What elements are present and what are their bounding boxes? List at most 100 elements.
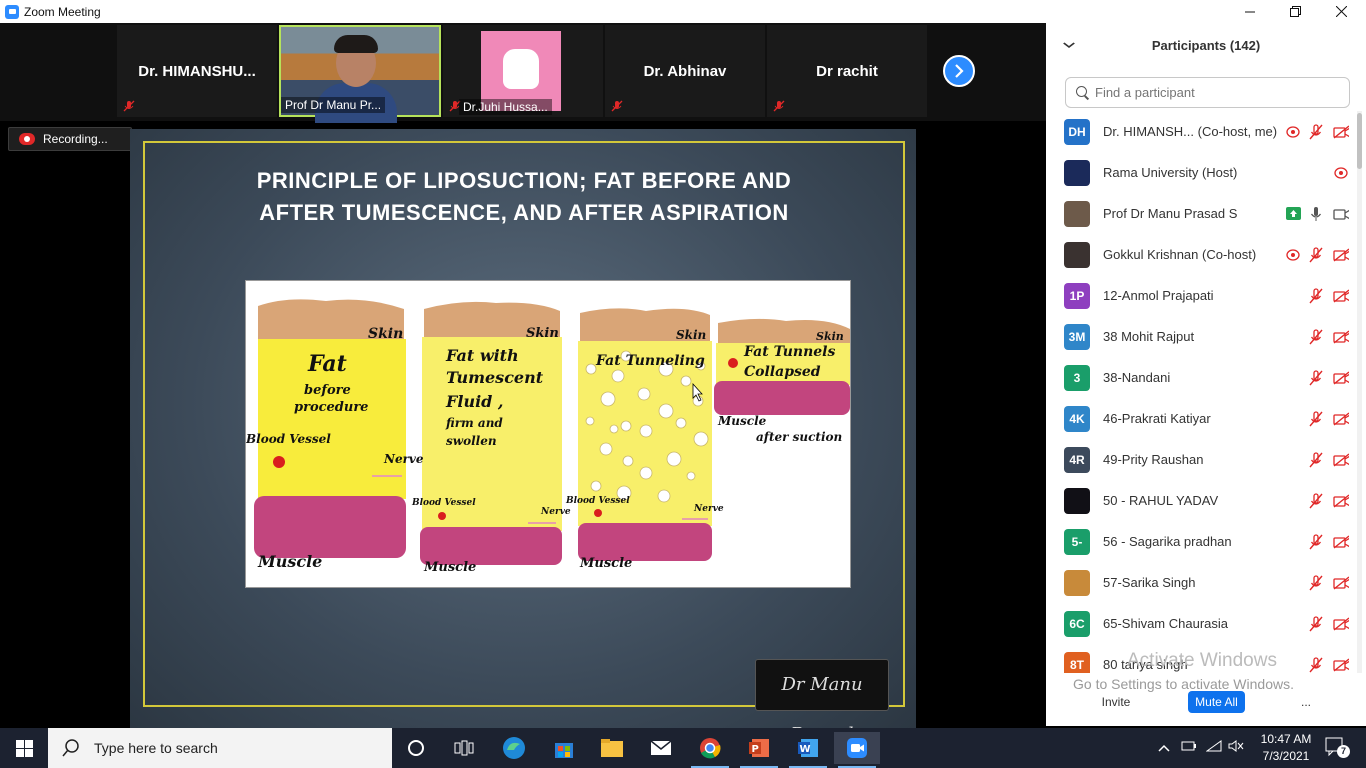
participant-row[interactable]: 50 - RAHUL YADAV [1046, 480, 1356, 521]
avatar [1064, 487, 1090, 514]
system-clock[interactable]: 10:47 AM 7/3/2021 [1250, 731, 1322, 765]
participant-row[interactable]: 6C 65-Shivam Chaurasia [1046, 603, 1356, 644]
minimize-button[interactable] [1227, 0, 1273, 23]
video-off-icon[interactable] [1333, 247, 1349, 263]
notification-count: 7 [1337, 745, 1350, 758]
show-hidden-icons-chevron-icon[interactable] [1158, 740, 1170, 755]
video-tile[interactable]: Dr.Juhi Hussa... [443, 25, 603, 117]
windows-logo-icon [15, 739, 33, 757]
video-icon[interactable] [1333, 206, 1349, 222]
video-off-icon[interactable] [1333, 452, 1349, 468]
edge-icon[interactable] [491, 732, 537, 764]
notifications-icon[interactable]: 7 [1325, 737, 1350, 760]
mic-muted-icon[interactable] [1308, 369, 1324, 386]
video-tile[interactable]: Dr. Abhinav [605, 25, 765, 117]
mute-all-button[interactable]: Mute All [1188, 691, 1245, 713]
recording-indicator[interactable]: Recording... [8, 127, 132, 151]
chrome-icon[interactable] [687, 732, 733, 768]
participant-row[interactable]: 57-Sarika Singh [1046, 562, 1356, 603]
powerpoint-icon[interactable]: P [736, 732, 782, 768]
video-off-icon[interactable] [1333, 493, 1349, 509]
mic-muted-icon[interactable] [1308, 574, 1324, 591]
more-options-button[interactable]: ... [1291, 691, 1321, 713]
participants-panel: Participants (142) DH Dr. HIMANSH... (Co-… [1046, 23, 1366, 726]
store-icon[interactable] [541, 732, 587, 764]
video-off-icon[interactable] [1333, 575, 1349, 591]
participant-row[interactable]: Prof Dr Manu Prasad S [1046, 193, 1356, 234]
search-input[interactable] [1095, 85, 1335, 100]
video-off-icon[interactable] [1333, 288, 1349, 304]
video-off-icon[interactable] [1333, 329, 1349, 345]
word-icon[interactable]: W [785, 732, 831, 768]
zoom-taskbar-icon[interactable] [834, 732, 880, 768]
mic-muted-icon[interactable] [1308, 492, 1324, 509]
mic-muted-icon[interactable] [1308, 328, 1324, 345]
participants-footer: Invite Mute All ... [1046, 689, 1366, 715]
presenter-signature: Dr Manu Prasad [755, 659, 889, 745]
video-off-icon[interactable] [1333, 370, 1349, 386]
mic-muted-icon[interactable] [1308, 287, 1324, 304]
mic-muted-icon[interactable] [1308, 533, 1324, 550]
participant-row[interactable]: 4R 49-Prity Raushan [1046, 439, 1356, 480]
mic-muted-icon[interactable] [1308, 246, 1324, 263]
video-tile[interactable]: Dr. HIMANSHU... [117, 25, 277, 117]
diagram-label: swollen [446, 434, 497, 448]
video-tile-active-speaker[interactable]: Prof Dr Manu Pr... [279, 25, 441, 123]
wifi-icon[interactable] [1205, 740, 1222, 755]
mic-icon[interactable] [1308, 206, 1324, 222]
mic-muted-icon[interactable] [1308, 656, 1324, 673]
battery-icon[interactable] [1181, 740, 1197, 755]
participant-name: 38 Mohit Rajput [1103, 329, 1195, 344]
participant-row[interactable]: 5- 56 - Sagarika pradhan [1046, 521, 1356, 562]
video-off-icon[interactable] [1333, 616, 1349, 632]
recording-label: Recording... [43, 132, 108, 146]
video-off-icon[interactable] [1333, 534, 1349, 550]
taskbar-search-box[interactable]: Type here to search [48, 728, 392, 768]
cortana-icon[interactable] [393, 732, 439, 764]
file-explorer-icon[interactable] [589, 732, 635, 764]
close-button[interactable] [1318, 0, 1364, 23]
participant-row[interactable]: Gokkul Krishnan (Co-host) [1046, 234, 1356, 275]
participant-row[interactable]: 3M 38 Mohit Rajput [1046, 316, 1356, 357]
task-view-icon[interactable] [441, 732, 487, 764]
record-icon [19, 133, 35, 145]
record-icon[interactable] [1333, 165, 1349, 181]
invite-button[interactable]: Invite [1087, 691, 1145, 713]
mic-muted-icon[interactable] [1308, 123, 1324, 140]
video-off-icon[interactable] [1333, 411, 1349, 427]
record-icon[interactable] [1285, 124, 1301, 140]
avatar [1064, 159, 1090, 186]
scrollbar-thumb[interactable] [1357, 113, 1362, 169]
restore-button[interactable] [1272, 0, 1318, 23]
next-page-button[interactable] [943, 55, 975, 87]
participant-row[interactable]: 4K 46-Prakrati Katiyar [1046, 398, 1356, 439]
avatar: 1P [1064, 282, 1090, 309]
record-icon[interactable] [1285, 247, 1301, 263]
participant-row[interactable]: Rama University (Host) [1046, 152, 1356, 193]
mic-muted-icon[interactable] [1308, 451, 1324, 468]
mic-muted-icon[interactable] [1308, 615, 1324, 632]
video-off-icon[interactable] [1333, 124, 1349, 140]
participant-row[interactable]: 3 38-Nandani [1046, 357, 1356, 398]
tile-name: Dr.Juhi Hussa... [459, 99, 552, 115]
title-bar: Zoom Meeting [0, 0, 1366, 23]
participant-search[interactable] [1065, 77, 1350, 108]
video-tile[interactable]: Dr rachit [767, 25, 927, 117]
start-button[interactable] [0, 728, 48, 768]
mail-icon[interactable] [638, 732, 684, 764]
search-icon [1076, 85, 1090, 100]
participant-name: 12-Anmol Prajapati [1103, 288, 1214, 303]
diagram-label: Fat [307, 351, 347, 377]
search-icon [62, 739, 79, 757]
diagram-label: Blood Vessel [246, 432, 331, 446]
volume-muted-icon[interactable] [1228, 740, 1244, 755]
share-icon[interactable] [1285, 206, 1301, 222]
watermark-title: Activate Windows [1127, 650, 1277, 671]
participant-row[interactable]: 1P 12-Anmol Prajapati [1046, 275, 1356, 316]
mic-muted-icon[interactable] [1308, 410, 1324, 427]
diagram-label: Muscle [257, 552, 322, 571]
scrollbar[interactable] [1357, 111, 1362, 673]
participant-row[interactable]: DH Dr. HIMANSH... (Co-host, me) [1046, 111, 1356, 152]
participant-name: Rama University (Host) [1103, 165, 1238, 180]
video-off-icon[interactable] [1333, 657, 1349, 673]
